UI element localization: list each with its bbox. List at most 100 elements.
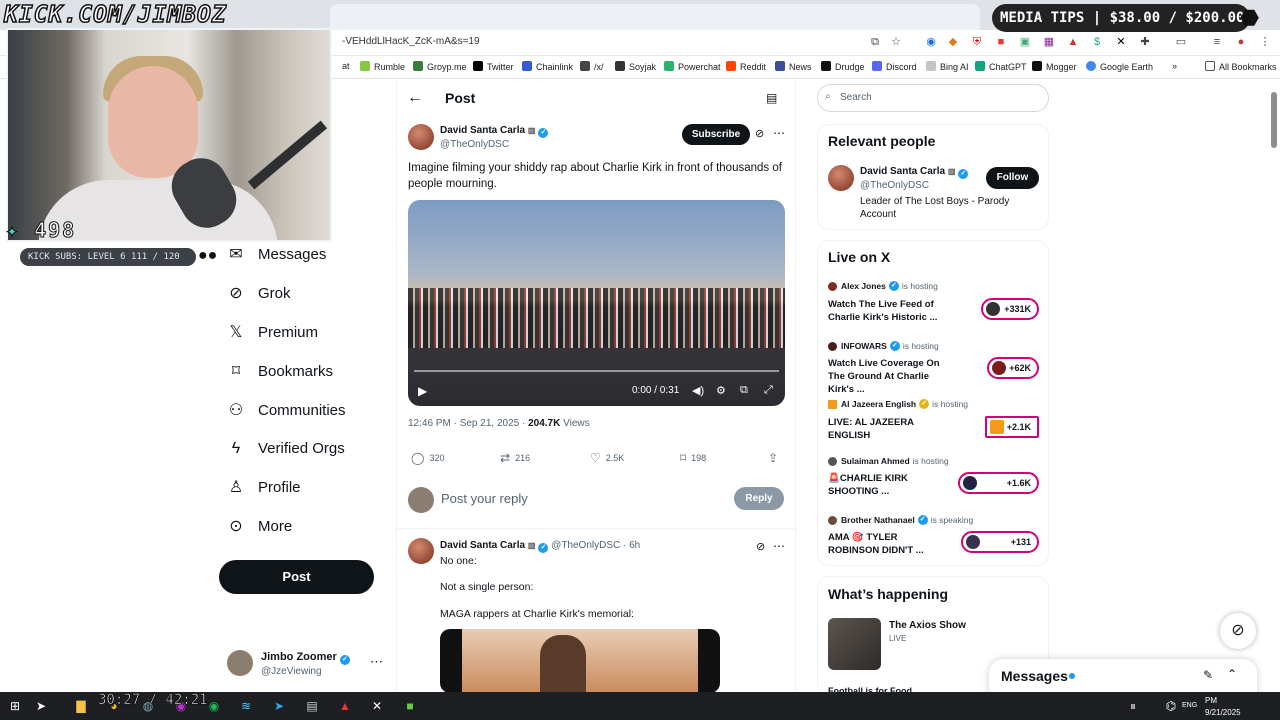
- post-button[interactable]: Post: [219, 560, 374, 594]
- relevant-name[interactable]: David Santa Carla ▥ ✓: [860, 166, 969, 179]
- pause-icon[interactable]: ⏸: [1124, 697, 1142, 715]
- bookmark-item[interactable]: Powerchat: [664, 61, 721, 72]
- nav-item-premium[interactable]: 𝕏 Premium: [226, 320, 318, 346]
- keyboard-language[interactable]: ENG: [1182, 702, 1197, 709]
- extension-icon[interactable]: ◉: [922, 33, 940, 51]
- relevant-handle[interactable]: @TheOnlyDSC: [860, 180, 929, 191]
- reply-stat[interactable]: ◯ 320: [411, 451, 444, 465]
- bookmark-item[interactable]: Mogger: [1032, 61, 1077, 72]
- install-app-icon[interactable]: ⧉: [866, 33, 884, 51]
- reply-author-avatar[interactable]: [408, 538, 434, 564]
- live-host[interactable]: Brother Nathanael ✓ is speaking: [828, 515, 973, 525]
- app-icon[interactable]: ≋: [237, 697, 255, 715]
- live-title[interactable]: Watch The Live Feed of Charlie Kirk's Hi…: [828, 298, 946, 324]
- live-listener-pill[interactable]: +331K: [981, 298, 1039, 320]
- all-bookmarks[interactable]: All Bookmarks: [1205, 61, 1277, 72]
- live-title[interactable]: Watch Live Coverage On The Ground At Cha…: [828, 357, 946, 396]
- grok-icon[interactable]: ⊘: [1220, 613, 1256, 649]
- windows-start-icon[interactable]: ⊞: [6, 697, 24, 715]
- back-arrow-icon[interactable]: ←: [407, 89, 423, 107]
- avatar[interactable]: [227, 650, 253, 676]
- subscribe-button[interactable]: Subscribe: [682, 124, 750, 145]
- live-host[interactable]: INFOWARS ✓ is hosting: [828, 341, 939, 351]
- puzzle-icon[interactable]: ✚: [1136, 33, 1154, 51]
- nav-item-bookmarks[interactable]: ⌑ Bookmarks: [226, 359, 333, 385]
- bookmark-item[interactable]: Drudge: [821, 61, 865, 72]
- compose-message-icon[interactable]: ✎: [1203, 668, 1213, 682]
- x-app-icon[interactable]: ✕: [368, 697, 386, 715]
- share-icon[interactable]: ⇪: [768, 451, 783, 465]
- avatar[interactable]: [828, 165, 854, 191]
- live-listener-pill[interactable]: +1.6K: [958, 472, 1039, 494]
- more-icon[interactable]: ⋯: [370, 654, 383, 670]
- chevron-right-icon[interactable]: »: [1172, 61, 1177, 71]
- happening-thumbnail[interactable]: [828, 618, 881, 670]
- video-player[interactable]: [408, 200, 785, 406]
- bookmark-item[interactable]: News: [775, 61, 812, 72]
- settings-icon[interactable]: ⚙: [716, 384, 726, 397]
- reply-input[interactable]: Post your reply: [441, 491, 528, 506]
- live-listener-pill[interactable]: +2.1K: [985, 416, 1039, 438]
- browser-active-tab[interactable]: [330, 4, 980, 30]
- like-stat[interactable]: ♡ 2.5K: [590, 451, 624, 465]
- video-progress-bar[interactable]: [414, 370, 779, 372]
- bookmark-item[interactable]: Reddit: [726, 61, 766, 72]
- reader-mode-icon[interactable]: ▤: [766, 91, 777, 105]
- bookmark-item[interactable]: /x/: [580, 61, 604, 72]
- play-icon[interactable]: ▶: [418, 384, 427, 398]
- shield-icon[interactable]: ⛨: [968, 33, 986, 51]
- extension-icon[interactable]: ■: [992, 33, 1010, 51]
- avatar[interactable]: ●: [1232, 33, 1250, 51]
- extension-icon[interactable]: ◆: [944, 33, 962, 51]
- bookmark-item[interactable]: Bing AI: [926, 61, 969, 72]
- nav-item-more[interactable]: ⊙ More: [226, 514, 292, 540]
- reply-author[interactable]: David Santa Carla ▥ ✓ @TheOnlyDSC · 6h: [440, 540, 640, 553]
- author-handle[interactable]: @TheOnlyDSC: [440, 139, 509, 150]
- app-icon[interactable]: ▲: [336, 697, 354, 715]
- bookmark-stat[interactable]: ⌑ 198: [680, 451, 706, 465]
- search-input[interactable]: Search: [817, 84, 1049, 112]
- tray-time[interactable]: PM: [1205, 696, 1217, 705]
- nav-item-grok[interactable]: ⊘ Grok: [226, 281, 290, 307]
- bookmark-item[interactable]: Google Earth: [1086, 61, 1153, 72]
- live-title[interactable]: LIVE: AL JAZEERA ENGLISH: [828, 416, 946, 442]
- live-title[interactable]: 🚨CHARLIE KIRK SHOOTING ...: [828, 472, 946, 498]
- extension-icon[interactable]: ▲: [1064, 33, 1082, 51]
- app-icon[interactable]: ▤: [303, 697, 321, 715]
- live-listener-pill[interactable]: +131: [961, 531, 1039, 553]
- live-title[interactable]: AMA 🎯 TYLER ROBINSON DIDN'T ...: [828, 531, 946, 557]
- extension-icon[interactable]: ▦: [1040, 33, 1058, 51]
- profile-name[interactable]: Jimbo Zoomer ✓: [261, 651, 350, 665]
- pip-icon[interactable]: ⧉: [740, 384, 748, 397]
- extension-icon[interactable]: $: [1088, 33, 1106, 51]
- bookmark-item[interactable]: Soyjak: [615, 61, 656, 72]
- grok-icon[interactable]: ⊘: [756, 540, 765, 553]
- volume-icon[interactable]: ◀): [692, 384, 704, 397]
- live-host[interactable]: Alex Jones ✓ is hosting: [828, 281, 938, 291]
- grok-icon[interactable]: ⊘: [755, 127, 764, 140]
- reply-button[interactable]: Reply: [734, 487, 784, 510]
- bookmark-item[interactable]: ChatGPT: [975, 61, 1027, 72]
- bookmark-item[interactable]: Rumble: [360, 61, 405, 72]
- bookmark-item[interactable]: Chainlink: [522, 61, 573, 72]
- happening-title[interactable]: The Axios Show: [889, 620, 966, 631]
- chevron-up-icon[interactable]: ⌃: [1227, 667, 1237, 681]
- more-icon[interactable]: ⋯: [773, 126, 785, 140]
- nav-item-communities[interactable]: ⚇ Communities: [226, 398, 346, 424]
- live-host[interactable]: Al Jazeera English ✓ is hosting: [828, 399, 968, 409]
- bookmark-item[interactable]: Twitter: [473, 61, 514, 72]
- scrollbar[interactable]: [1271, 92, 1277, 148]
- file-explorer-icon[interactable]: ▇: [72, 697, 90, 715]
- messages-drawer-label[interactable]: Messages: [1001, 668, 1068, 684]
- kebab-menu-icon[interactable]: ⋮: [1256, 33, 1274, 51]
- author-name[interactable]: David Santa Carla ▥ ✓: [440, 125, 549, 138]
- x-extension-icon[interactable]: ✕: [1112, 33, 1130, 51]
- bookmark-item[interactable]: Discord: [872, 61, 917, 72]
- nav-item-profile[interactable]: ♙ Profile: [226, 475, 301, 501]
- nav-item-verified-orgs[interactable]: ϟ Verified Orgs: [226, 436, 345, 462]
- star-icon[interactable]: ☆: [887, 33, 905, 51]
- follow-button[interactable]: Follow: [986, 167, 1039, 189]
- telegram-icon[interactable]: ➤: [270, 697, 288, 715]
- url-text[interactable]: -VEHddLlHacK_ZcK-mA&s=19: [342, 36, 480, 47]
- more-icon[interactable]: ⋯: [773, 539, 785, 553]
